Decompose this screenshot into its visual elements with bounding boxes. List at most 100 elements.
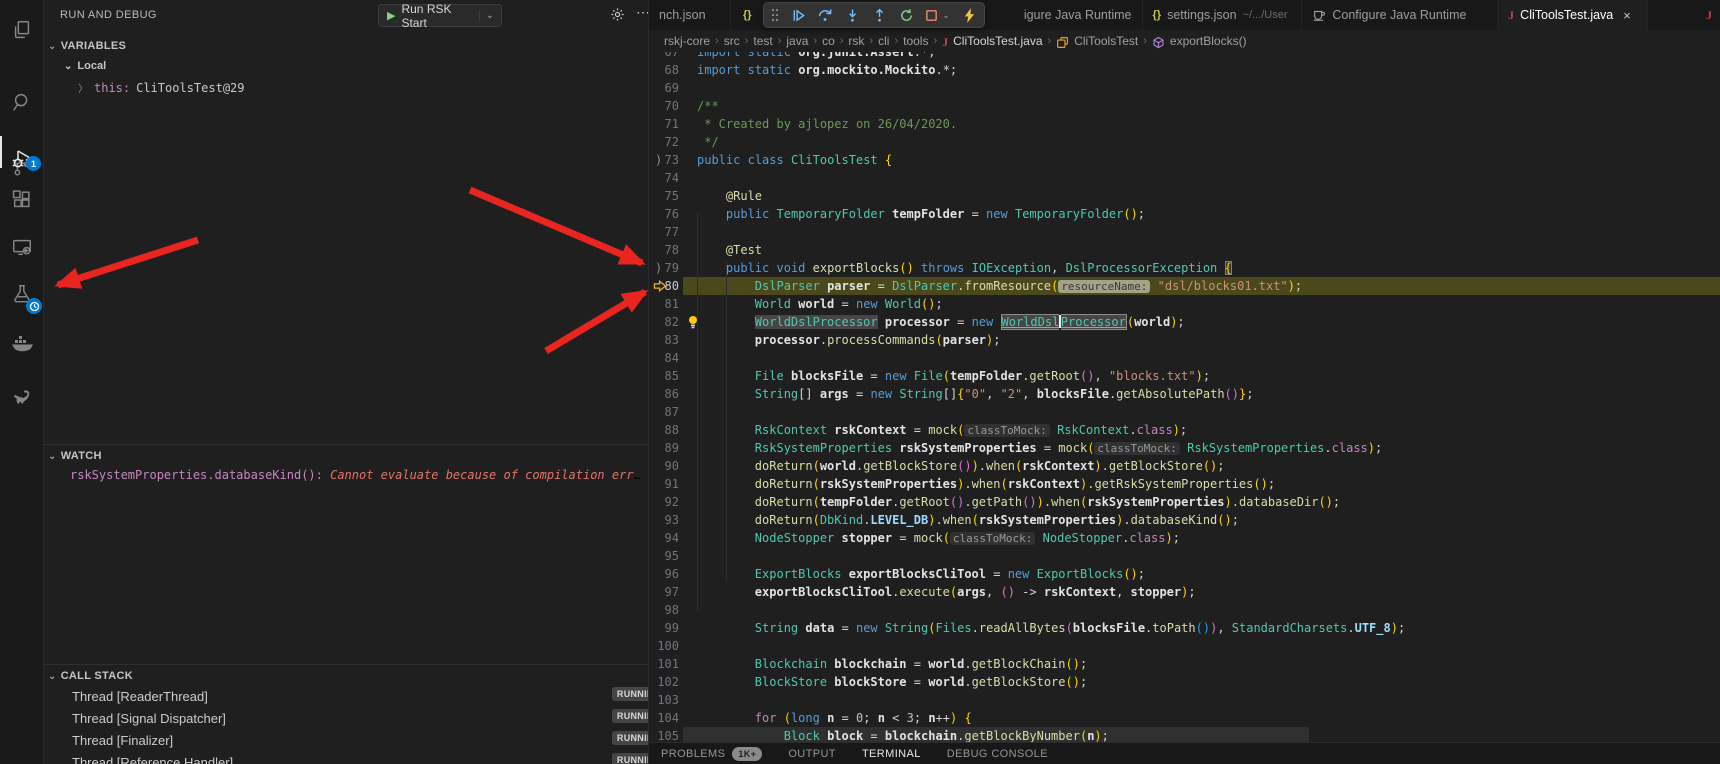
- remote-explorer-icon[interactable]: [0, 225, 44, 269]
- code-line-74[interactable]: 74: [649, 169, 1720, 187]
- breadcrumb-item-file[interactable]: CliToolsTest.java: [953, 34, 1042, 48]
- code-line-80[interactable]: 80 DslParser parser = DslParser.fromReso…: [649, 277, 1720, 295]
- breadcrumb-item[interactable]: rsk: [848, 34, 864, 48]
- debug-step-into-icon[interactable]: [843, 6, 861, 24]
- code-line-100[interactable]: 100: [649, 637, 1720, 655]
- breadcrumb-item[interactable]: java: [786, 34, 808, 48]
- code-line-81[interactable]: 81 World world = new World();: [649, 295, 1720, 313]
- code-line-99[interactable]: 99 String data = new String(Files.readAl…: [649, 619, 1720, 637]
- code-text: public TemporaryFolder tempFolder = new …: [697, 205, 1145, 223]
- code-line-76[interactable]: 76 public TemporaryFolder tempFolder = n…: [649, 205, 1720, 223]
- panel-tab-debug-console[interactable]: DEBUG CONSOLE: [947, 748, 1048, 760]
- code-line-75[interactable]: 75 @Rule: [649, 187, 1720, 205]
- breadcrumb-item[interactable]: tools: [903, 34, 928, 48]
- breadcrumb-item-method[interactable]: exportBlocks(): [1170, 34, 1247, 48]
- code-line-83[interactable]: 83 processor.processCommands(parser);: [649, 331, 1720, 349]
- tab-launch-json[interactable]: nch.json: [649, 0, 731, 30]
- tab-clitoolstest-java[interactable]: J CliToolsTest.java ×: [1498, 0, 1648, 30]
- debug-restart-icon[interactable]: [897, 6, 915, 24]
- breadcrumb-item[interactable]: rskj-core: [664, 34, 710, 48]
- debug-step-over-icon[interactable]: [816, 6, 834, 24]
- call-stack-thread-row[interactable]: Thread [Finalizer] RUNNING: [72, 730, 642, 750]
- code-line-78[interactable]: 78 @Test: [649, 241, 1720, 259]
- code-line-69[interactable]: 69: [649, 79, 1720, 97]
- code-text: doReturn(DbKind.LEVEL_DB).when(rskSystem…: [697, 511, 1239, 529]
- code-line-92[interactable]: 92 doReturn(tempFolder.getRoot().getPath…: [649, 493, 1720, 511]
- breadcrumb-item-class[interactable]: CliToolsTest: [1074, 34, 1138, 48]
- call-stack-thread-row[interactable]: Thread [Signal Dispatcher] RUNNING: [72, 708, 642, 728]
- code-line-93[interactable]: 93 doReturn(DbKind.LEVEL_DB).when(rskSys…: [649, 511, 1720, 529]
- gear-icon[interactable]: [610, 7, 625, 27]
- call-stack-thread-row[interactable]: Thread [Reference Handler] RUNNING: [72, 752, 642, 764]
- breadcrumb-item[interactable]: test: [753, 34, 772, 48]
- watch-section-header[interactable]: ⌄ WATCH: [48, 450, 102, 462]
- chevron-down-icon[interactable]: ⌄: [479, 10, 501, 21]
- close-icon[interactable]: ×: [1623, 8, 1631, 23]
- explorer-icon[interactable]: [0, 8, 44, 52]
- code-line-90[interactable]: 90 doReturn(world.getBlockStore()).when(…: [649, 457, 1720, 475]
- code-editor[interactable]: 67import static org.junit.Assert.*;68imp…: [649, 52, 1720, 742]
- code-line-94[interactable]: 94 NodeStopper stopper = mock(classToMoc…: [649, 529, 1720, 547]
- breadcrumb-item[interactable]: co: [822, 34, 835, 48]
- extensions-icon[interactable]: [0, 178, 44, 222]
- chevron-down-icon[interactable]: ⌄: [941, 6, 951, 24]
- code-line-102[interactable]: 102 BlockStore blockStore = world.getBlo…: [649, 673, 1720, 691]
- panel-tab-output[interactable]: OUTPUT: [788, 748, 836, 760]
- gradle-icon[interactable]: [0, 375, 44, 419]
- debug-stop-icon[interactable]: [924, 6, 938, 24]
- code-line-96[interactable]: 96 ExportBlocks exportBlocksCliTool = ne…: [649, 565, 1720, 583]
- code-line-88[interactable]: 88 RskContext rskContext = mock(classToM…: [649, 421, 1720, 439]
- debug-step-out-icon[interactable]: [870, 6, 888, 24]
- code-line-77[interactable]: 77: [649, 223, 1720, 241]
- line-number: 86: [649, 385, 679, 403]
- code-line-67[interactable]: 67import static org.junit.Assert.*;: [649, 52, 1720, 61]
- chevron-right-icon[interactable]: 〉: [78, 80, 88, 95]
- panel-tab-terminal[interactable]: TERMINAL: [862, 748, 921, 760]
- search-icon[interactable]: [0, 80, 44, 124]
- code-line-79[interactable]: )79 public void exportBlocks() throws IO…: [649, 259, 1720, 277]
- call-stack-section-header[interactable]: ⌄ CALL STACK: [48, 670, 133, 682]
- code-line-71[interactable]: 71 * Created by ajlopez on 26/04/2020.: [649, 115, 1720, 133]
- code-line-86[interactable]: 86 String[] args = new String[]{"0", "2"…: [649, 385, 1720, 403]
- tab-configure-java-runtime[interactable]: Configure Java Runtime: [1302, 0, 1498, 30]
- code-line-101[interactable]: 101 Blockchain blockchain = world.getBlo…: [649, 655, 1720, 673]
- code-line-97[interactable]: 97 exportBlocksCliTool.execute(args, () …: [649, 583, 1720, 601]
- code-line-84[interactable]: 84: [649, 349, 1720, 367]
- toolbar-drag-handle[interactable]: [770, 6, 780, 24]
- code-line-85[interactable]: 85 File blocksFile = new File(tempFolder…: [649, 367, 1720, 385]
- code-line-73[interactable]: )73public class CliToolsTest {: [649, 151, 1720, 169]
- variables-scope-local[interactable]: ⌄ Local: [64, 60, 106, 72]
- code-line-95[interactable]: 95: [649, 547, 1720, 565]
- code-line-70[interactable]: 70/**: [649, 97, 1720, 115]
- run-config-dropdown[interactable]: ▶ Run RSK Start ⌄: [378, 4, 502, 27]
- variables-section-header[interactable]: ⌄ VARIABLES: [48, 40, 126, 52]
- watch-expression-row[interactable]: rskSystemProperties.databaseKind(): Cann…: [70, 468, 646, 482]
- panel-tab-problems[interactable]: PROBLEMS 1K+: [661, 747, 762, 761]
- docker-icon[interactable]: [0, 322, 44, 366]
- code-line-103[interactable]: 103: [649, 691, 1720, 709]
- code-text: */: [697, 133, 719, 151]
- code-line-105[interactable]: 105 Block block = blockchain.getBlockByN…: [649, 727, 1720, 742]
- variable-value: CliToolsTest@29: [136, 81, 244, 95]
- breadcrumb-item[interactable]: cli: [878, 34, 889, 48]
- test-beaker-icon[interactable]: [0, 272, 44, 316]
- code-line-68[interactable]: 68import static org.mockito.Mockito.*;: [649, 61, 1720, 79]
- code-line-91[interactable]: 91 doReturn(rskSystemProperties).when(rs…: [649, 475, 1720, 493]
- call-stack-thread-row[interactable]: Thread [ReaderThread] RUNNING: [72, 686, 642, 706]
- hot-code-replace-icon[interactable]: [960, 6, 978, 24]
- code-text: public class CliToolsTest {: [697, 151, 892, 169]
- code-line-104[interactable]: 104 for (long n = 0; n < 3; n++) {: [649, 709, 1720, 727]
- start-debug-icon[interactable]: ▶: [387, 9, 395, 22]
- code-line-87[interactable]: 87: [649, 403, 1720, 421]
- debug-continue-icon[interactable]: [789, 6, 807, 24]
- variable-this-row[interactable]: 〉 this: CliToolsTest@29: [78, 80, 245, 95]
- run-and-debug-icon[interactable]: 1: [0, 130, 44, 174]
- tab-truncated-java[interactable]: J: [1698, 0, 1720, 30]
- code-line-89[interactable]: 89 RskSystemProperties rskSystemProperti…: [649, 439, 1720, 457]
- code-line-72[interactable]: 72 */: [649, 133, 1720, 151]
- code-line-98[interactable]: 98: [649, 601, 1720, 619]
- line-number: 105: [649, 727, 679, 742]
- breadcrumb-item[interactable]: src: [724, 34, 740, 48]
- code-line-82[interactable]: 82 WorldDslProcessor processor = new Wor…: [649, 313, 1720, 331]
- tab-settings-json[interactable]: {} settings.json ~/.../User: [1143, 0, 1303, 30]
